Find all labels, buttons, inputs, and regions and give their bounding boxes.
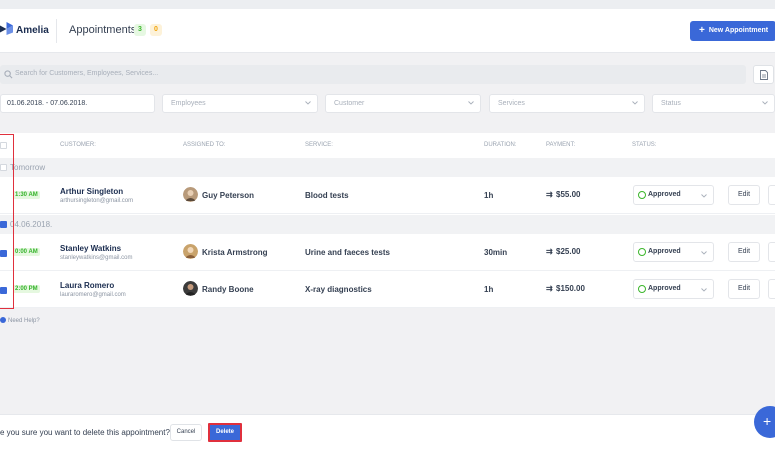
status-select[interactable]: Approved — [633, 242, 714, 262]
approved-status-icon — [638, 285, 646, 293]
services-filter[interactable]: Services — [489, 94, 645, 113]
approved-status-icon — [638, 248, 646, 256]
confirm-message: e you sure you want to delete this appoi… — [0, 428, 170, 437]
edit-button[interactable]: Edit — [728, 242, 760, 262]
cash-icon: ⇉ — [546, 247, 553, 256]
column-service: SERVICE: — [305, 142, 333, 148]
row-extra-button[interactable] — [768, 185, 775, 205]
approved-count-badge: 3 — [134, 24, 146, 36]
customer-filter[interactable]: Customer — [325, 94, 481, 113]
status-label: Approved — [648, 191, 681, 198]
app-header: Amelia Appointments 3 0 + New Appointment — [0, 9, 775, 53]
chevron-down-icon — [632, 101, 638, 105]
cash-icon: ⇉ — [546, 190, 553, 199]
chevron-down-icon — [305, 101, 311, 105]
table-row[interactable]: 2:00 PM Laura Romero lauraromero@gmail.c… — [0, 271, 775, 308]
plus-icon: + — [699, 25, 705, 36]
chevron-down-icon — [468, 101, 474, 105]
delete-button[interactable]: Delete — [208, 423, 242, 442]
need-help-link[interactable]: Need Help? — [0, 317, 40, 324]
appointment-time: 0:00 AM — [13, 248, 40, 256]
date-group-header: Tomorrow — [0, 158, 775, 177]
date-range-filter[interactable]: 01.06.2018. - 07.06.2018. — [0, 94, 155, 113]
employee-name: Guy Peterson — [202, 191, 255, 200]
customer-email: lauraromero@gmail.com — [60, 292, 126, 298]
search-input[interactable]: Search for Customers, Employees, Service… — [0, 65, 746, 84]
status-label: Approved — [648, 285, 681, 292]
column-duration: DURATION: — [484, 142, 517, 148]
service-name: X-ray diagnostics — [305, 285, 372, 294]
cash-icon: ⇉ — [546, 284, 553, 293]
employee-name: Randy Boone — [202, 285, 254, 294]
services-filter-label: Services — [498, 100, 525, 107]
export-file-icon — [760, 70, 768, 80]
table-row[interactable]: 0:00 AM Stanley Watkins stanleywatkins@g… — [0, 234, 775, 271]
service-name: Blood tests — [305, 191, 349, 200]
delete-confirm-bar: e you sure you want to delete this appoi… — [0, 414, 775, 450]
customer-name: Stanley Watkins — [60, 244, 122, 253]
duration: 30min — [484, 248, 508, 257]
customer-filter-label: Customer — [334, 100, 365, 107]
new-appointment-label: New Appointment — [708, 27, 769, 34]
customer-name: Arthur Singleton — [60, 187, 124, 196]
status-filter[interactable]: Status — [652, 94, 775, 113]
date-group-header: 04.06.2018. — [0, 215, 775, 234]
employees-filter-label: Employees — [171, 100, 206, 107]
payment: ⇉ $150.00 — [546, 284, 585, 293]
column-status: STATUS: — [632, 142, 657, 148]
status-select[interactable]: Approved — [633, 279, 714, 299]
employee-avatar — [183, 281, 198, 296]
table-row[interactable]: 1:30 AM Arthur Singleton arthursingleton… — [0, 177, 775, 214]
employee-avatar — [183, 244, 198, 259]
help-icon — [0, 317, 6, 323]
checkbox-column-highlight — [0, 134, 14, 309]
service-name: Urine and faeces tests — [305, 248, 390, 257]
payment-amount: $25.00 — [556, 247, 581, 256]
row-extra-button[interactable] — [768, 242, 775, 262]
payment-amount: $150.00 — [556, 284, 585, 293]
edit-button[interactable]: Edit — [728, 279, 760, 299]
top-strip — [0, 0, 775, 9]
pending-count-badge: 0 — [150, 24, 162, 36]
customer-email: arthursingleton@gmail.com — [60, 198, 134, 204]
edit-button[interactable]: Edit — [728, 185, 760, 205]
chevron-down-icon — [701, 194, 707, 198]
cancel-button[interactable]: Cancel — [170, 424, 202, 441]
brand-name: Amelia — [16, 25, 49, 36]
appointment-time: 1:30 AM — [13, 191, 40, 199]
duration: 1h — [484, 285, 494, 294]
column-payment: PAYMENT: — [546, 142, 576, 148]
payment: ⇉ $25.00 — [546, 247, 580, 256]
column-customer: CUSTOMER: — [60, 142, 96, 148]
amelia-logo-icon — [0, 22, 13, 35]
customer-email: stanleywatkins@gmail.com — [60, 255, 133, 261]
duration: 1h — [484, 191, 494, 200]
page-title: Appointments — [69, 24, 137, 36]
new-appointment-button[interactable]: + New Appointment — [690, 21, 775, 41]
status-select[interactable]: Approved — [633, 185, 714, 205]
export-button[interactable] — [753, 65, 774, 84]
column-assigned: ASSIGNED TO: — [183, 142, 226, 148]
need-help-label: Need Help? — [8, 318, 40, 324]
search-icon — [4, 70, 13, 79]
chevron-down-icon — [762, 101, 768, 105]
customer-name: Laura Romero — [60, 281, 115, 290]
header-divider — [56, 19, 57, 43]
chevron-down-icon — [701, 288, 707, 292]
employee-name: Krista Armstrong — [202, 248, 268, 257]
chevron-down-icon — [701, 251, 707, 255]
appointment-time: 2:00 PM — [13, 285, 40, 293]
employees-filter[interactable]: Employees — [162, 94, 318, 113]
status-filter-label: Status — [661, 100, 681, 107]
row-extra-button[interactable] — [768, 279, 775, 299]
payment-amount: $55.00 — [556, 190, 581, 199]
payment: ⇉ $55.00 — [546, 190, 580, 199]
search-placeholder: Search for Customers, Employees, Service… — [15, 70, 159, 77]
approved-status-icon — [638, 191, 646, 199]
status-label: Approved — [648, 248, 681, 255]
employee-avatar — [183, 187, 198, 202]
